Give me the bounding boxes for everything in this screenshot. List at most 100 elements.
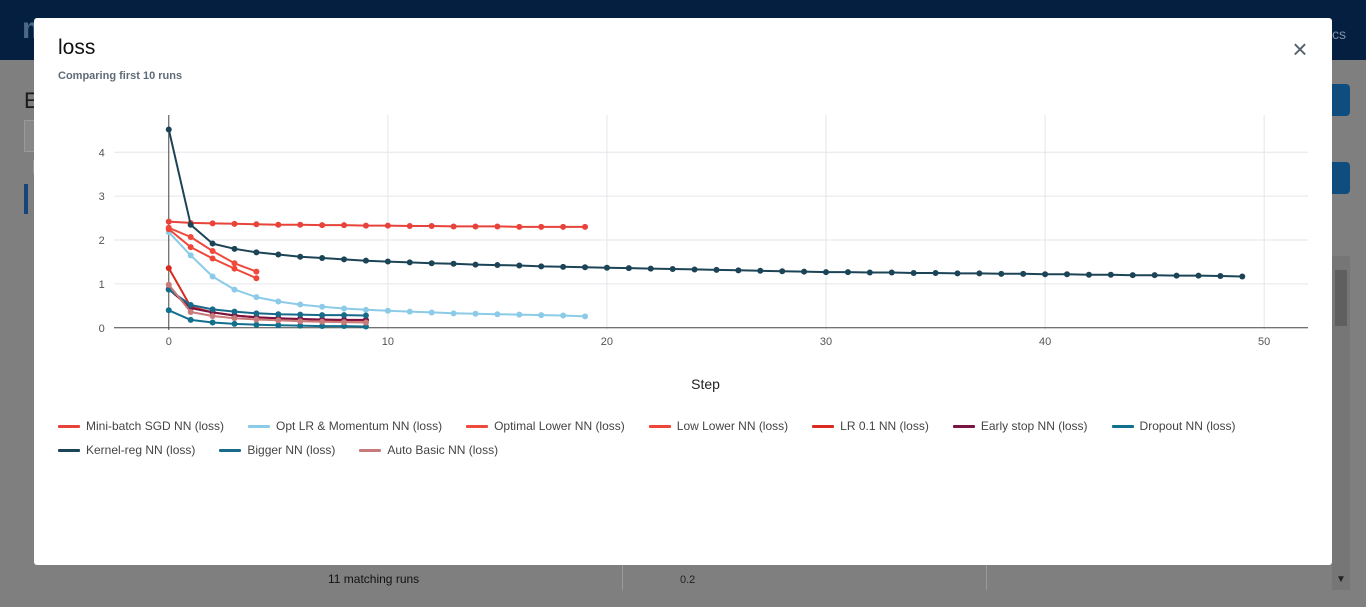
data-point <box>406 223 413 230</box>
data-point <box>472 310 479 317</box>
data-point <box>1217 273 1224 280</box>
data-point <box>844 269 851 276</box>
data-point <box>362 306 369 313</box>
data-point <box>297 318 304 325</box>
data-point <box>319 303 326 310</box>
data-point <box>998 270 1005 277</box>
data-point <box>231 320 238 327</box>
nav-right-link[interactable]: cs <box>1332 26 1346 42</box>
data-point <box>647 265 654 272</box>
data-point <box>428 260 435 267</box>
x-tick-label: 50 <box>1258 336 1270 348</box>
legend-swatch <box>58 424 80 428</box>
data-point <box>187 221 194 228</box>
data-point <box>253 268 260 275</box>
data-point <box>275 317 282 324</box>
data-point <box>428 223 435 230</box>
background-secondary-button[interactable] <box>1332 162 1350 194</box>
data-point <box>209 319 216 326</box>
legend-label: Kernel-reg NN (loss) <box>86 443 196 457</box>
legend-item[interactable]: Opt LR & Momentum NN (loss) <box>248 419 442 433</box>
matching-runs-count: 11 matching runs <box>328 572 420 586</box>
data-point <box>801 268 808 275</box>
data-point <box>910 269 917 276</box>
background-panel-divider <box>986 565 987 590</box>
data-point <box>428 309 435 316</box>
data-point <box>253 275 260 282</box>
x-axis-title: Step <box>691 376 720 392</box>
data-point <box>209 248 216 255</box>
data-point <box>735 267 742 274</box>
data-point <box>275 298 282 305</box>
data-point <box>187 244 194 251</box>
data-point <box>582 264 589 271</box>
data-point <box>319 318 326 325</box>
chart-modal: loss Comparing first 10 runs × 0 10 20 30 40… <box>34 18 1332 565</box>
series-line <box>168 288 366 317</box>
legend-item[interactable]: Early stop NN (loss) <box>952 419 1088 433</box>
data-point <box>1129 272 1136 279</box>
data-point <box>406 308 413 315</box>
data-point <box>691 266 698 273</box>
legend-swatch <box>219 448 242 452</box>
legend-label: Optimal Lower NN (loss) <box>494 419 625 433</box>
data-point <box>625 265 632 272</box>
data-point <box>1064 271 1071 278</box>
data-point <box>165 265 172 272</box>
data-point <box>297 301 304 308</box>
data-point <box>209 255 216 262</box>
legend-swatch <box>1111 424 1134 428</box>
scroll-down-icon[interactable]: ▼ <box>1336 574 1346 585</box>
data-point <box>384 307 391 314</box>
data-point <box>1107 271 1114 278</box>
data-point <box>187 301 194 308</box>
data-point <box>516 262 523 269</box>
data-point <box>779 268 786 275</box>
data-point <box>450 260 457 267</box>
data-point <box>319 255 326 262</box>
data-point <box>253 321 260 328</box>
legend-label: Low Lower NN (loss) <box>676 419 789 433</box>
data-point <box>560 223 567 230</box>
legend-item[interactable]: Mini-batch SGD NN (loss) <box>58 419 224 433</box>
sidebar-selected-indicator <box>24 184 28 214</box>
legend-item[interactable]: LR 0.1 NN (loss) <box>812 419 929 433</box>
data-point <box>209 240 216 247</box>
data-point <box>209 312 216 319</box>
data-point <box>231 220 238 227</box>
data-point <box>253 316 260 323</box>
series-line <box>167 129 1243 278</box>
background-primary-button[interactable] <box>1332 84 1350 116</box>
legend-item[interactable]: Auto Basic NN (loss) <box>359 443 498 457</box>
data-point <box>582 313 589 320</box>
data-point <box>187 316 194 323</box>
data-point <box>560 312 567 319</box>
legend-item[interactable]: Bigger NN (loss) <box>219 443 335 457</box>
data-point <box>341 256 348 263</box>
data-point <box>231 315 238 322</box>
data-point <box>1173 272 1180 279</box>
data-point <box>866 269 873 276</box>
data-point <box>954 270 961 277</box>
legend-item[interactable]: Low Lower NN (loss) <box>648 419 789 433</box>
legend-item[interactable]: Optimal Lower NN (loss) <box>466 419 625 433</box>
background-mini-chart-label: 0.2 <box>680 574 696 586</box>
data-point <box>187 252 194 259</box>
data-point <box>253 294 260 301</box>
data-point <box>341 319 348 326</box>
scrollbar-thumb[interactable] <box>1335 270 1347 326</box>
legend-swatch <box>648 424 671 428</box>
legend-label: Early stop NN (loss) <box>980 419 1088 433</box>
loss-line-chart[interactable]: 0 10 20 30 40 50 0 1 2 3 4 Step <box>34 18 1332 408</box>
legend-item[interactable]: Dropout NN (loss) <box>1111 419 1236 433</box>
data-point <box>231 265 238 272</box>
y-tick-label: 1 <box>99 279 105 291</box>
series-line <box>168 231 586 318</box>
legend-item[interactable]: Kernel-reg NN (loss) <box>58 443 195 457</box>
data-point <box>231 260 238 267</box>
page-scrollbar[interactable]: ▼ <box>1332 256 1350 590</box>
data-point <box>253 249 260 256</box>
data-point <box>538 263 545 270</box>
data-point <box>450 223 457 230</box>
data-point <box>341 312 348 319</box>
